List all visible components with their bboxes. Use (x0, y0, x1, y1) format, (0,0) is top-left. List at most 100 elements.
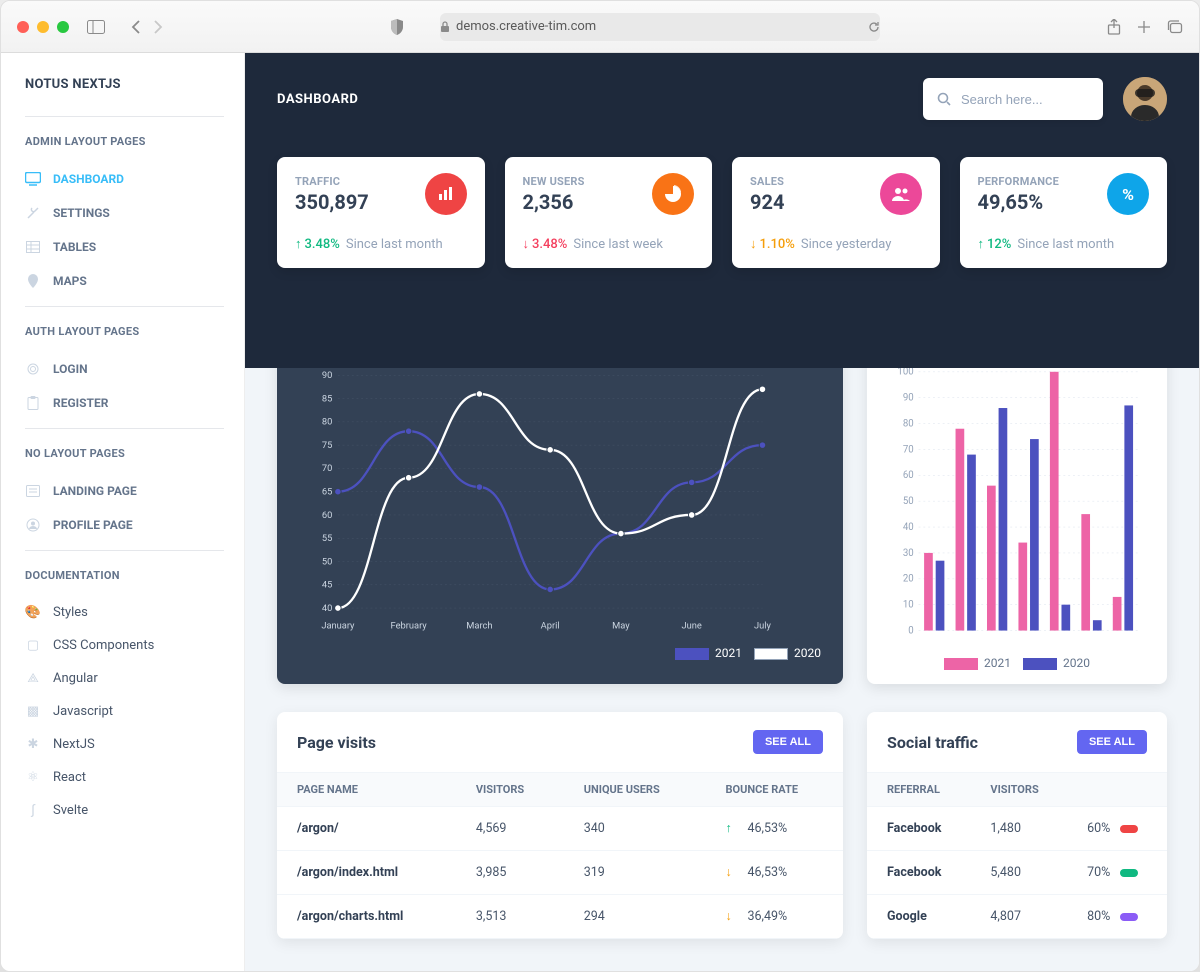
tabs-icon[interactable] (1167, 19, 1183, 35)
sidebar-item-landing[interactable]: LANDING PAGE (25, 474, 224, 508)
see-all-visits-button[interactable]: SEE ALL (753, 730, 823, 754)
table-row: Facebook1,48060% (867, 807, 1167, 851)
arrow-up-icon: ↑ 12% (978, 236, 1012, 252)
sidebar-item-tables[interactable]: TABLES (25, 230, 224, 264)
svg-text:60: 60 (322, 510, 332, 521)
doc-svelte[interactable]: ∫Svelte (25, 794, 224, 827)
search-input[interactable] (961, 92, 1089, 107)
search-box[interactable] (923, 78, 1103, 120)
svg-text:40: 40 (903, 522, 914, 533)
bar-chart-icon (425, 173, 467, 215)
browser-window: demos.creative-tim.com NOTUS NEXTJS ADMI… (0, 0, 1200, 972)
table-row: /argon/4,569340↑46,53% (277, 807, 843, 851)
doc-js[interactable]: ▩Javascript (25, 695, 224, 728)
arrow-down-icon: ↓ 1.10% (750, 236, 795, 252)
nextjs-icon: ✱ (25, 737, 41, 752)
svg-text:June: June (682, 621, 702, 632)
sales-chart: 4045505560657075808590JanuaryFebruaryMar… (299, 366, 821, 640)
sidebar-section-admin: ADMIN LAYOUT PAGES (25, 135, 224, 148)
browser-titlebar: demos.creative-tim.com (1, 1, 1199, 53)
svg-text:60: 60 (903, 470, 914, 481)
stat-card-traffic: TRAFFIC 350,897 ↑ 3.48%Since last month (277, 157, 485, 268)
stat-card-performance: PERFORMANCE 49,65% % ↑ 12%Since last mon… (960, 157, 1168, 268)
search-icon (937, 92, 951, 106)
stat-card-sales: SALES 924 ↓ 1.10%Since yesterday (732, 157, 940, 268)
doc-styles[interactable]: 🎨Styles (25, 596, 224, 629)
pie-chart-icon (652, 173, 694, 215)
maximize-window-button[interactable] (57, 21, 69, 33)
svg-text:10: 10 (903, 600, 914, 611)
avatar[interactable] (1123, 77, 1167, 121)
see-all-social-button[interactable]: SEE ALL (1077, 730, 1147, 754)
users-icon (880, 173, 922, 215)
svg-text:July: July (754, 621, 772, 632)
arrow-up-icon: ↑ 3.48% (295, 236, 340, 252)
svg-text:80: 80 (903, 418, 914, 429)
svg-text:90: 90 (322, 370, 332, 381)
url-text: demos.creative-tim.com (456, 19, 596, 34)
sidebar-item-maps[interactable]: MAPS (25, 264, 224, 298)
svg-text:40: 40 (322, 603, 332, 614)
percent-icon: % (1107, 173, 1149, 215)
sidebar-section-auth: AUTH LAYOUT PAGES (25, 325, 224, 338)
svg-text:April: April (541, 621, 560, 632)
sidebar-item-profile[interactable]: PROFILE PAGE (25, 508, 224, 542)
clipboard-icon (25, 396, 41, 410)
svg-text:50: 50 (322, 556, 332, 567)
doc-react[interactable]: ⚛React (25, 761, 224, 794)
sidebar-item-dashboard[interactable]: DASHBOARD (25, 162, 224, 196)
table-row: /argon/charts.html3,513294↓36,49% (277, 895, 843, 939)
svg-text:February: February (391, 621, 428, 632)
new-tab-icon[interactable] (1137, 19, 1151, 35)
svg-text:50: 50 (903, 496, 914, 507)
topbar: DASHBOARD (277, 77, 1167, 121)
js-icon: ▩ (25, 704, 41, 719)
window-controls (17, 21, 69, 33)
sidebar-section-docs: DOCUMENTATION (25, 569, 224, 582)
table-row: Facebook5,48070% (867, 851, 1167, 895)
table-icon (25, 241, 41, 253)
back-button[interactable] (131, 20, 141, 34)
page-visits-card: Page visits SEE ALL PAGE NAME VISITORS U… (277, 712, 843, 939)
doc-angular[interactable]: ⟁Angular (25, 662, 224, 695)
svg-text:55: 55 (322, 533, 332, 544)
refresh-icon[interactable] (868, 21, 880, 33)
doc-css[interactable]: ▢CSS Components (25, 629, 224, 662)
svg-text:85: 85 (322, 393, 332, 404)
share-icon[interactable] (1107, 19, 1121, 35)
lock-icon (440, 21, 450, 33)
table-row: /argon/index.html3,985319↓46,53% (277, 851, 843, 895)
angular-icon: ⟁ (25, 671, 41, 686)
svg-text:100: 100 (897, 367, 913, 378)
shield-icon[interactable] (390, 19, 404, 35)
sidebar-toggle-icon[interactable] (87, 20, 105, 34)
svg-text:May: May (612, 621, 630, 632)
fingerprint-icon (25, 362, 41, 376)
doc-nextjs[interactable]: ✱NextJS (25, 728, 224, 761)
svg-text:30: 30 (903, 548, 914, 559)
arrow-down-icon: ↓ 3.48% (523, 236, 568, 252)
page-visits-title: Page visits (297, 733, 376, 752)
orders-chart: 0102030405060708090100 (885, 366, 1149, 650)
url-bar[interactable]: demos.creative-tim.com (440, 13, 880, 41)
brand[interactable]: NOTUS NEXTJS (25, 77, 224, 92)
paint-icon: 🎨 (25, 605, 41, 620)
sidebar-item-settings[interactable]: SETTINGS (25, 196, 224, 230)
forward-button[interactable] (153, 20, 163, 34)
svg-text:March: March (466, 621, 492, 632)
stat-card-users: NEW USERS 2,356 ↓ 3.48%Since last week (505, 157, 713, 268)
tables-row: Page visits SEE ALL PAGE NAME VISITORS U… (277, 712, 1167, 939)
svg-text:January: January (321, 621, 355, 632)
sidebar-item-login[interactable]: LOGIN (25, 352, 224, 386)
minimize-window-button[interactable] (37, 21, 49, 33)
page-visits-table: PAGE NAME VISITORS UNIQUE USERS BOUNCE R… (277, 772, 843, 939)
svg-text:90: 90 (903, 393, 914, 404)
sidebar-item-register[interactable]: REGISTER (25, 386, 224, 420)
svg-text:20: 20 (903, 574, 914, 585)
css-icon: ▢ (25, 638, 41, 653)
close-window-button[interactable] (17, 21, 29, 33)
svg-text:70: 70 (903, 444, 914, 455)
sidebar-section-nolayout: NO LAYOUT PAGES (25, 447, 224, 460)
svelte-icon: ∫ (25, 803, 41, 818)
sidebar: NOTUS NEXTJS ADMIN LAYOUT PAGES DASHBOAR… (1, 53, 245, 971)
